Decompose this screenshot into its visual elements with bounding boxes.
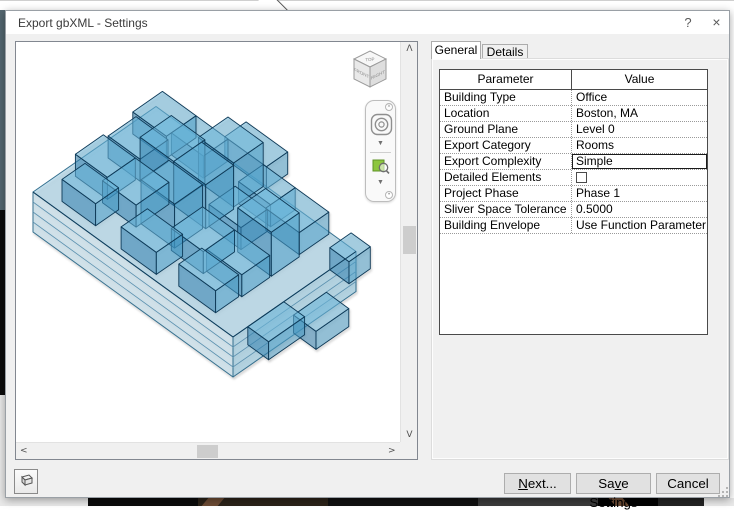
table-row: Building Type Office [440, 90, 707, 106]
help-icon[interactable]: ? [672, 11, 704, 34]
cancel-button[interactable]: Cancel [656, 473, 720, 494]
scrollbar-corner [400, 442, 417, 459]
save-settings-button[interactable]: Save Settings [576, 473, 651, 510]
param-value [572, 170, 707, 185]
param-value[interactable]: Level 0 [572, 122, 707, 137]
column-header-value[interactable]: Value [572, 70, 707, 89]
column-header-parameter[interactable]: Parameter [440, 70, 572, 89]
model-canvas[interactable]: TOP FRONT RIGHT × ▼ ▼ • [16, 42, 400, 442]
table-header-row: Parameter Value [440, 70, 707, 90]
table-row: Project Phase Phase 1 [440, 186, 707, 202]
zoom-icon[interactable] [372, 157, 390, 175]
building-3d-model [32, 90, 371, 378]
default-3d-view-button[interactable] [14, 469, 38, 494]
navbar-options-icon[interactable]: • [385, 191, 393, 199]
param-label: Ground Plane [440, 122, 572, 137]
parameter-table: Parameter Value Building Type Office Loc… [439, 69, 708, 335]
scroll-down-icon[interactable]: ᐯ [401, 430, 418, 440]
param-label: Export Complexity [440, 154, 572, 169]
general-tab-page: Parameter Value Building Type Office Loc… [431, 58, 729, 460]
table-row: Location Boston, MA [440, 106, 707, 122]
tab-general[interactable]: General [431, 41, 481, 59]
param-value[interactable]: Office [572, 90, 707, 105]
scroll-up-icon[interactable]: ᐱ [401, 44, 418, 54]
scroll-left-icon[interactable]: < [20, 446, 28, 456]
steering-wheel-icon[interactable] [370, 113, 393, 136]
title-bar[interactable]: Export gbXML - Settings ? × [6, 11, 729, 34]
param-label: Detailed Elements [440, 170, 572, 185]
param-label: Location [440, 106, 572, 121]
param-label: Sliver Space Tolerance [440, 202, 572, 217]
param-value[interactable]: Rooms [572, 138, 707, 153]
chevron-down-icon[interactable]: ▼ [366, 140, 395, 147]
vertical-scroll-thumb[interactable] [403, 226, 416, 254]
table-row: Building Envelope Use Function Parameter [440, 218, 707, 234]
param-label: Export Category [440, 138, 572, 153]
param-label: Project Phase [440, 186, 572, 201]
horizontal-scroll-thumb[interactable] [197, 445, 218, 458]
vertical-scrollbar[interactable]: ᐱ ᐯ [400, 42, 417, 442]
model-preview-viewport: TOP FRONT RIGHT × ▼ ▼ • ᐱ ᐯ < > [15, 41, 418, 460]
table-row: Export Complexity Simple [440, 154, 707, 170]
navbar-close-icon[interactable]: × [385, 103, 393, 111]
param-value[interactable]: Use Function Parameter [572, 218, 707, 233]
close-icon[interactable]: × [704, 11, 729, 34]
table-row: Ground Plane Level 0 [440, 122, 707, 138]
dialog-title: Export gbXML - Settings [18, 16, 148, 30]
table-row: Export Category Rooms [440, 138, 707, 154]
cube-icon [21, 473, 33, 486]
param-value-selected[interactable]: Simple [572, 154, 707, 169]
detailed-elements-checkbox[interactable] [576, 172, 587, 183]
scroll-right-icon[interactable]: > [388, 446, 396, 456]
resize-grip[interactable] [718, 487, 728, 497]
navigation-bar: × ▼ ▼ • [365, 100, 396, 202]
next-button[interactable]: Next... [504, 473, 571, 494]
table-row: Sliver Space Tolerance 0.5000 [440, 202, 707, 218]
background-app-strip [0, 0, 734, 10]
param-value[interactable]: Phase 1 [572, 186, 707, 201]
tab-details[interactable]: Details [482, 44, 528, 59]
chevron-down-icon[interactable]: ▼ [366, 179, 395, 186]
param-label: Building Type [440, 90, 572, 105]
table-row: Detailed Elements [440, 170, 707, 186]
horizontal-scrollbar[interactable]: < > [16, 442, 400, 459]
viewcube-top-label: TOP [365, 57, 374, 63]
param-value[interactable]: Boston, MA [572, 106, 707, 121]
viewcube[interactable]: TOP FRONT RIGHT [346, 46, 394, 96]
export-gbxml-settings-dialog: Export gbXML - Settings ? × TOP FRONT RI… [5, 10, 730, 510]
param-value[interactable]: 0.5000 [572, 202, 707, 217]
divider [370, 152, 391, 153]
param-label: Building Envelope [440, 218, 572, 233]
